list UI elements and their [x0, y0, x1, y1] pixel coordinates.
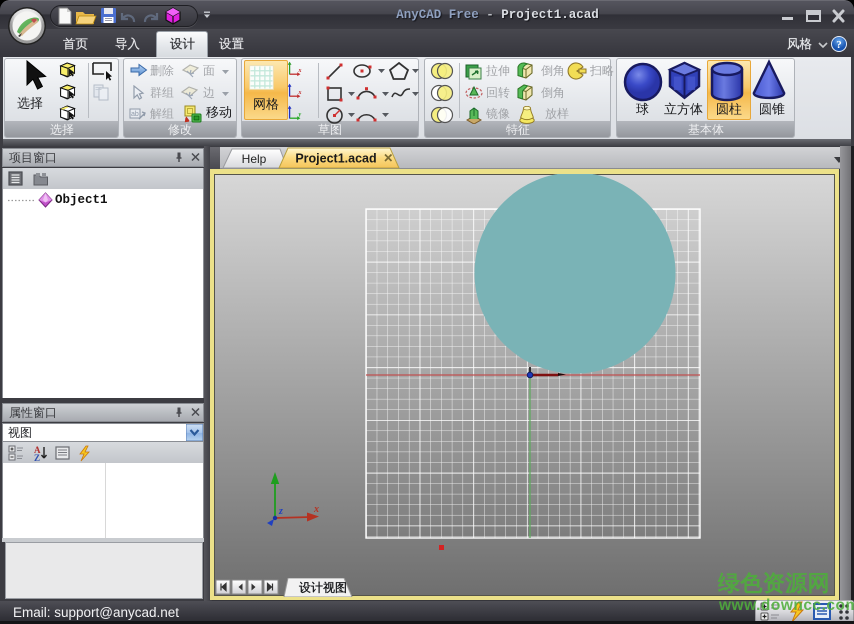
svg-text:Project1.acad: Project1.acad: [295, 152, 376, 166]
svg-text:y: y: [298, 112, 302, 118]
svg-text:x: x: [313, 504, 319, 515]
svg-text:?: ?: [836, 39, 842, 51]
svg-text:Help: Help: [242, 152, 267, 166]
svg-text:ab: ab: [131, 111, 139, 118]
svg-text:x: x: [298, 90, 302, 96]
svg-text:z: z: [278, 506, 283, 517]
svg-text:x: x: [298, 68, 302, 74]
svg-text:Z: Z: [34, 453, 40, 462]
